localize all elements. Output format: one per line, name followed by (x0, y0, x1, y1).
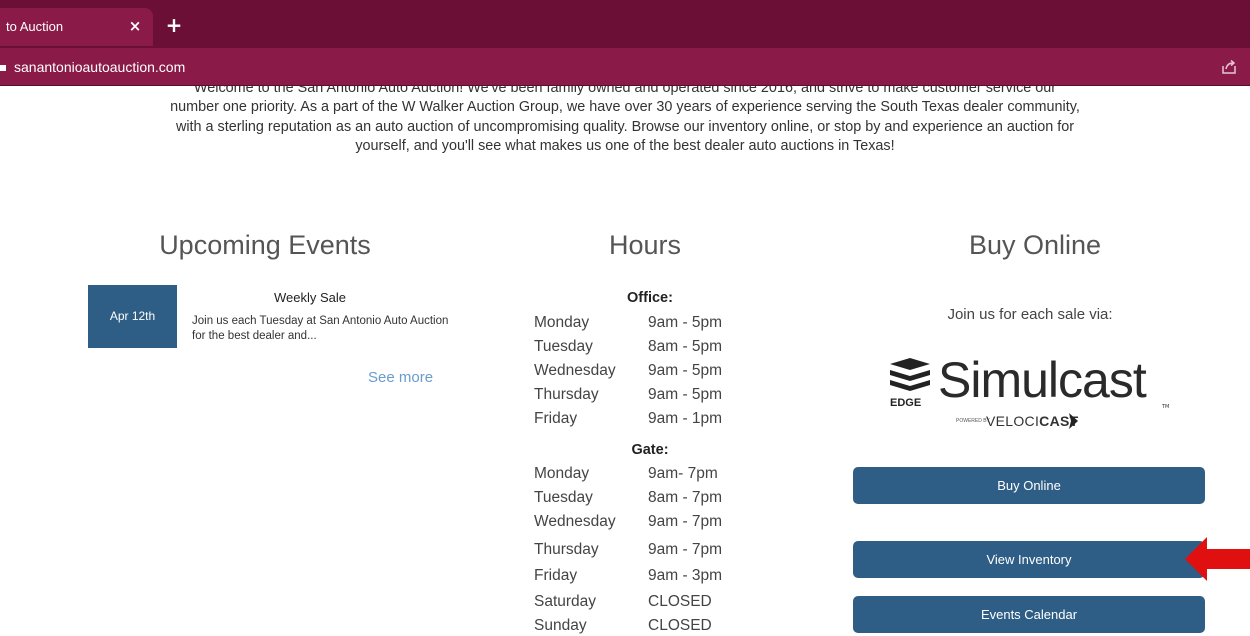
hours-time: 9am - 5pm (648, 362, 723, 379)
hours-day: Wednesday (534, 362, 616, 379)
velocicast-velo: VELOCI (986, 413, 1040, 429)
hours-day: Sunday (534, 617, 587, 634)
intro-paragraph: Welcome to the San Antonio Auto Auction!… (170, 86, 1080, 155)
new-tab-icon[interactable]: + (163, 14, 185, 36)
office-hours-row: Tuesday 8am - 5pm (534, 338, 764, 360)
see-more-link[interactable]: See more (368, 369, 433, 386)
hours-day: Thursday (534, 386, 599, 403)
hours-day: Tuesday (534, 489, 593, 506)
trademark-text: TM (1162, 404, 1170, 410)
gate-hours-row: Tuesday 8am - 7pm (534, 489, 764, 511)
hours-day: Monday (534, 465, 590, 482)
velocicast-logo-text: VELOCICAST (986, 413, 1078, 429)
office-hours-row: Monday 9am - 5pm (534, 314, 764, 336)
gate-hours-row: Thursday 9am - 7pm (534, 541, 764, 563)
browser-tab-bar (0, 8, 1250, 48)
powered-by-text: POWERED BY (956, 418, 990, 424)
office-hours-row: Thursday 9am - 5pm (534, 386, 764, 408)
hours-time: 8am - 7pm (648, 489, 723, 506)
office-hours-label: Office: (627, 290, 673, 306)
edge-logo-text: EDGE (890, 397, 922, 409)
hours-time: 9am - 1pm (648, 410, 723, 427)
gate-hours-label: Gate: (631, 442, 669, 458)
hours-day: Tuesday (534, 338, 593, 355)
hours-time: 9am - 5pm (648, 314, 723, 331)
hours-heading: Hours (608, 230, 682, 260)
hours-time: CLOSED (648, 617, 712, 634)
hours-day: Friday (534, 567, 578, 584)
buy-online-button[interactable]: Buy Online (853, 467, 1205, 504)
chevron-right-icon (1069, 413, 1078, 429)
event-title[interactable]: Weekly Sale (190, 290, 430, 305)
share-icon[interactable] (1220, 58, 1238, 76)
hours-time: 9am- 7pm (648, 465, 718, 482)
gate-hours-row: Monday 9am- 7pm (534, 465, 764, 487)
hours-day: Wednesday (534, 513, 616, 530)
hours-day: Friday (534, 410, 578, 427)
red-annotation-arrow-icon (1185, 537, 1250, 581)
browser-tab[interactable]: to Auction × (0, 8, 153, 46)
events-calendar-button[interactable]: Events Calendar (853, 596, 1205, 633)
simulcast-logo-icon (890, 358, 930, 391)
browser-top-strip (0, 0, 1250, 8)
hours-day: Saturday (534, 593, 597, 610)
simulcast-logo-text: Simulcast (938, 352, 1147, 408)
view-inventory-button[interactable]: View Inventory (853, 541, 1205, 578)
gate-hours-row: Saturday CLOSED (534, 593, 764, 615)
gate-hours-row: Wednesday 9am - 7pm (534, 513, 764, 535)
lock-icon (0, 65, 6, 71)
buy-online-heading: Buy Online (968, 230, 1102, 260)
url-text[interactable]: sanantonioautoauction.com (14, 59, 185, 75)
hours-time: CLOSED (648, 593, 712, 610)
address-bar[interactable]: sanantonioautoauction.com (0, 48, 1250, 86)
hours-day: Monday (534, 314, 590, 331)
event-description: Join us each Tuesday at San Antonio Auto… (192, 315, 449, 342)
intro-section: Welcome to the San Antonio Auto Auction!… (0, 86, 1250, 206)
gate-hours-row: Friday 9am - 3pm (534, 567, 764, 589)
hours-time: 9am - 5pm (648, 386, 723, 403)
hours-time: 9am - 3pm (648, 567, 723, 584)
hours-time: 8am - 5pm (648, 338, 723, 355)
hours-time: 9am - 7pm (648, 541, 723, 558)
gate-hours-row: Sunday CLOSED (534, 617, 764, 636)
office-hours-row: Friday 9am - 1pm (534, 410, 764, 432)
event-date-badge[interactable]: Apr 12th (88, 285, 177, 348)
hours-time: 9am - 7pm (648, 513, 723, 530)
office-hours-row: Wednesday 9am - 5pm (534, 362, 764, 384)
tab-close-icon[interactable]: × (125, 16, 145, 36)
upcoming-events-heading: Upcoming Events (159, 230, 371, 260)
tab-title: to Auction (6, 19, 64, 34)
hours-day: Thursday (534, 541, 599, 558)
join-text: Join us for each sale via: (947, 306, 1113, 323)
